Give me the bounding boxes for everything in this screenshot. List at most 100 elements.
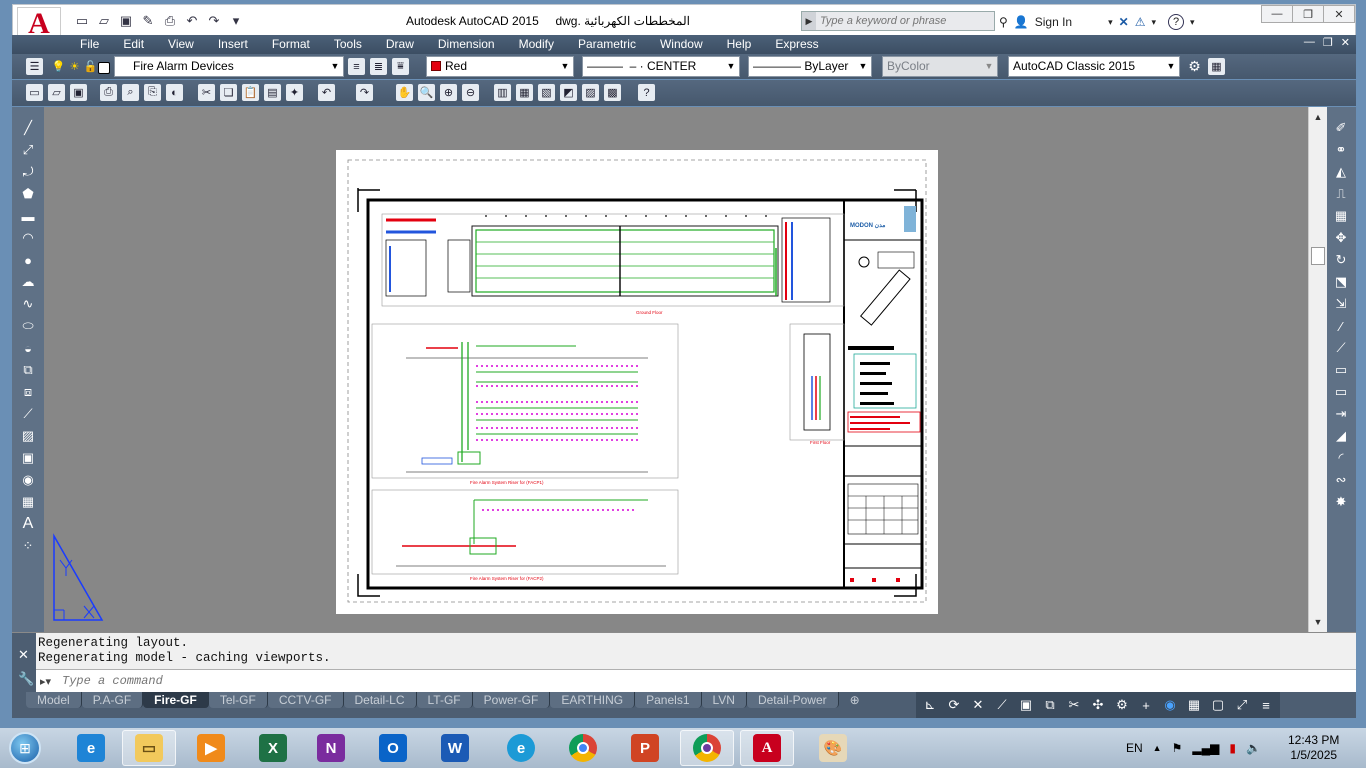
help-icon[interactable]: ?: [638, 84, 655, 101]
help-search-input[interactable]: [816, 15, 986, 27]
break-at-point-icon[interactable]: ▭: [1331, 361, 1351, 379]
tab-tel-gf[interactable]: Tel-GF: [208, 692, 268, 708]
ellipse-icon[interactable]: ⬭: [18, 317, 38, 335]
fullscreen-icon[interactable]: ⤢: [1234, 697, 1250, 713]
menu-format[interactable]: Format: [260, 36, 322, 53]
taskbar-paint[interactable]: 🎨: [806, 730, 860, 766]
taskbar-edge[interactable]: e: [494, 730, 548, 766]
a360-icon[interactable]: ⚠: [1135, 15, 1146, 29]
layer-previous-icon[interactable]: ≣: [370, 58, 387, 75]
scrollbar-thumb[interactable]: [1311, 247, 1325, 265]
undo-icon[interactable]: ↶: [183, 13, 201, 29]
gradient-icon[interactable]: ▣: [18, 449, 38, 467]
paste-icon[interactable]: 📋: [242, 84, 259, 101]
plus-icon[interactable]: +: [1138, 698, 1154, 713]
language-indicator[interactable]: EN: [1126, 741, 1143, 755]
taskbar-chrome-profile[interactable]: [680, 730, 734, 766]
blend-curves-icon[interactable]: ∾: [1331, 471, 1351, 489]
explode-icon[interactable]: ✸: [1331, 493, 1351, 511]
zoom-previous-icon[interactable]: ⊖: [462, 84, 479, 101]
undo-icon[interactable]: ↶: [318, 84, 335, 101]
annotation-visibility-icon[interactable]: ✣: [1090, 697, 1106, 713]
user-icon[interactable]: 👤: [1014, 15, 1029, 29]
construction-line-icon[interactable]: ⤢: [18, 141, 38, 159]
zoom-realtime-icon[interactable]: 🔍: [418, 84, 435, 101]
taskbar-excel[interactable]: X: [246, 730, 300, 766]
polyline-icon[interactable]: ⤾: [18, 163, 38, 181]
spline-icon[interactable]: ∿: [18, 295, 38, 313]
menu-parametric[interactable]: Parametric: [566, 36, 648, 53]
taskbar-onenote[interactable]: N: [304, 730, 358, 766]
menu-view[interactable]: View: [156, 36, 206, 53]
hatch-icon[interactable]: ▨: [18, 427, 38, 445]
offset-icon[interactable]: ⎍: [1331, 185, 1351, 203]
tab-earthing[interactable]: EARTHING: [550, 692, 636, 708]
chamfer-icon[interactable]: ◢: [1331, 427, 1351, 445]
design-center-icon[interactable]: ▦: [516, 84, 533, 101]
fillet-icon[interactable]: ◜: [1331, 449, 1351, 467]
taskbar-outlook[interactable]: O: [366, 730, 420, 766]
layer-lock-icon[interactable]: 🔓: [82, 58, 99, 75]
menu-modify[interactable]: Modify: [507, 36, 566, 53]
move-icon[interactable]: ✥: [1331, 229, 1351, 247]
network-icon[interactable]: ▂▄▆: [1192, 741, 1219, 755]
point-icon[interactable]: ⟋: [18, 405, 38, 423]
menu-draw[interactable]: Draw: [374, 36, 426, 53]
tab-detail-power[interactable]: Detail-Power: [746, 692, 839, 708]
add-layout-icon[interactable]: ⊕: [839, 692, 871, 708]
make-block-icon[interactable]: ⧈: [18, 383, 38, 401]
volume-icon[interactable]: 🔈: [1246, 741, 1261, 755]
tab-model[interactable]: Model: [26, 692, 82, 708]
tab-pa-gf[interactable]: P.A-GF: [81, 692, 144, 708]
tab-cctv-gf[interactable]: CCTV-GF: [267, 692, 344, 708]
minimize-button[interactable]: —: [1261, 5, 1293, 23]
taskbar-explorer[interactable]: ▭: [122, 730, 176, 766]
make-current-layer-icon[interactable]: ≡: [348, 58, 365, 75]
polygon-icon[interactable]: ⬟: [18, 185, 38, 203]
taskbar-clock[interactable]: 12:43 PM 1/5/2025: [1288, 733, 1339, 763]
menu-tools[interactable]: Tools: [322, 36, 374, 53]
vertical-scrollbar[interactable]: ▲ ▼: [1308, 107, 1327, 632]
layer-state-icon[interactable]: ⩸: [392, 58, 409, 75]
redo-icon[interactable]: ↷: [356, 84, 373, 101]
open-icon[interactable]: ▱: [48, 84, 65, 101]
tab-lvn[interactable]: LVN: [701, 692, 747, 708]
start-button[interactable]: ⊞: [4, 730, 46, 766]
wrench-icon[interactable]: 🔧: [18, 671, 34, 687]
doc-close-button[interactable]: ✕: [1341, 36, 1350, 49]
hardware-acceleration-icon[interactable]: ▦: [1186, 697, 1202, 713]
circle-icon[interactable]: ●: [18, 251, 38, 269]
line-icon[interactable]: ╱: [18, 119, 38, 137]
menu-window[interactable]: Window: [648, 36, 715, 53]
close-icon[interactable]: ✕: [18, 647, 29, 663]
redo-icon[interactable]: ↷: [205, 13, 223, 29]
menu-edit[interactable]: Edit: [111, 36, 156, 53]
battery-icon[interactable]: ▮: [1229, 741, 1236, 755]
linetype-combo[interactable]: ——— – · CENTER ▼: [582, 56, 740, 77]
break-icon[interactable]: ▭: [1331, 383, 1351, 401]
plot-icon[interactable]: ⎙: [100, 84, 117, 101]
layer-color-icon[interactable]: [98, 62, 110, 74]
stretch-icon[interactable]: ⇲: [1331, 295, 1351, 313]
workspace-settings-icon[interactable]: ▦: [1208, 58, 1225, 75]
layer-freeze-icon[interactable]: ☀: [66, 58, 83, 75]
rectangle-icon[interactable]: ▬: [18, 207, 38, 225]
taskbar-powerpoint[interactable]: P: [618, 730, 672, 766]
tab-panels1[interactable]: Panels1: [635, 692, 702, 708]
close-button[interactable]: ✕: [1323, 5, 1355, 23]
workspace-combo[interactable]: AutoCAD Classic 2015 ▼: [1008, 56, 1180, 77]
color-combo[interactable]: Red ▼: [426, 56, 574, 77]
rotate-icon[interactable]: ↻: [1331, 251, 1351, 269]
tab-fire-gf[interactable]: Fire-GF: [143, 692, 209, 708]
help-icon[interactable]: ?: [1168, 14, 1184, 30]
erase-icon[interactable]: ✐: [1331, 119, 1351, 137]
scroll-up-icon[interactable]: ▲: [1309, 109, 1327, 125]
sign-in-link[interactable]: Sign In: [1035, 15, 1072, 29]
add-selected-icon[interactable]: ⁘: [18, 537, 38, 555]
menu-help[interactable]: Help: [715, 36, 764, 53]
trim-icon[interactable]: ⁄: [1331, 317, 1351, 335]
scroll-down-icon[interactable]: ▼: [1309, 614, 1327, 630]
taskbar-word[interactable]: W: [428, 730, 482, 766]
print-icon[interactable]: ⎙: [161, 13, 179, 29]
tab-power-gf[interactable]: Power-GF: [472, 692, 551, 708]
